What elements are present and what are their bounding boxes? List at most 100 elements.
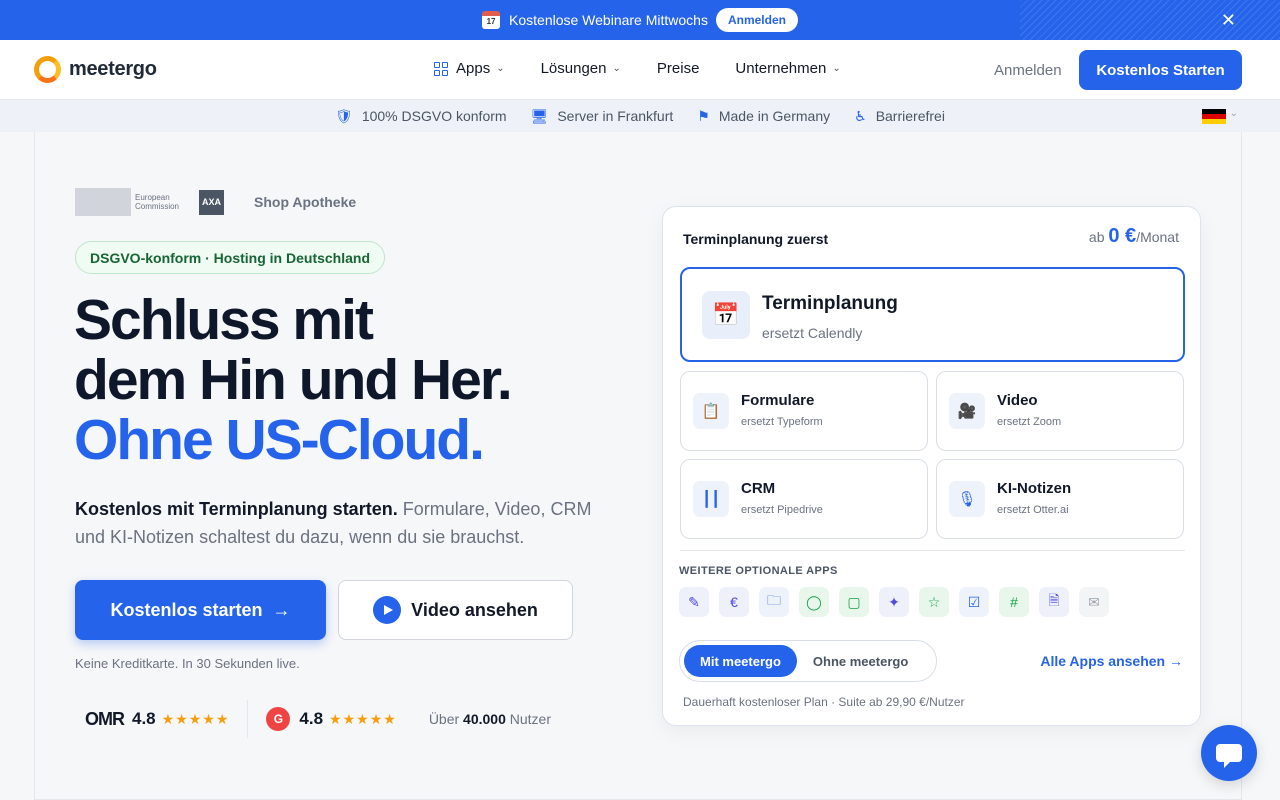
star-rating-icon: ★★★★★ bbox=[161, 710, 230, 727]
partner-logos: European Commission AXA Shop Apotheke bbox=[75, 188, 356, 216]
play-icon bbox=[373, 596, 402, 624]
promo-banner: 17 Kostenlose Webinare Mittwochs Anmelde… bbox=[0, 0, 1280, 40]
nav-item-label: Lösungen bbox=[540, 60, 607, 77]
app-title: CRM bbox=[741, 480, 776, 497]
app-card-formulare[interactable]: 📋 Formulare ersetzt Typeform bbox=[680, 371, 928, 451]
calendar-icon: 17 bbox=[482, 11, 501, 29]
app-card-crm[interactable]: ┃┃ CRM ersetzt Pipedrive bbox=[680, 459, 928, 539]
signin-link[interactable]: Anmelden bbox=[994, 62, 1062, 79]
shield-icon: 🛡 bbox=[335, 107, 353, 124]
g2-rating: G 4.8 ★★★★★ bbox=[266, 707, 396, 731]
flag-icon: ⚑ bbox=[697, 107, 710, 124]
price-label: ab 0 €/Monat bbox=[1088, 225, 1179, 247]
dsgvo-badge: DSGVO-konform · Hosting in Deutschland bbox=[75, 241, 386, 274]
omr-rating: OMR 4.8 ★★★★★ bbox=[85, 709, 229, 730]
logo-mark-icon bbox=[34, 56, 61, 83]
all-apps-link[interactable]: Alle Apps ansehen → bbox=[1040, 653, 1183, 669]
card-title: Terminplanung zuerst bbox=[683, 231, 829, 247]
hero-start-button[interactable]: Kostenlos starten → bbox=[75, 580, 326, 640]
trust-item-dsgvo: 🛡 100% DSGVO konform bbox=[335, 108, 507, 125]
g2-logo: G bbox=[266, 707, 291, 731]
pricing-card: Terminplanung zuerst ab 0 €/Monat 📅 Term… bbox=[662, 206, 1201, 726]
toggle-with-meetergo[interactable]: Mit meetergo bbox=[684, 645, 797, 677]
folder-icon[interactable]: 🗀 bbox=[759, 587, 789, 617]
close-icon[interactable]: ✕ bbox=[1221, 10, 1236, 31]
watch-video-label: Video ansehen bbox=[411, 599, 538, 620]
shop-apotheke-logo: Shop Apotheke bbox=[254, 194, 357, 210]
trust-item-server: 🖥 Server in Frankfurt bbox=[531, 108, 674, 125]
eu-commission-logo: European Commission bbox=[75, 188, 179, 216]
nav-item-apps[interactable]: Apps ⌄ bbox=[434, 60, 505, 77]
ratings-row: OMR 4.8 ★★★★★ G 4.8 ★★★★★ Über 40.000 Nu… bbox=[85, 700, 551, 738]
hero-subtext: Kostenlos mit Terminplanung starten. For… bbox=[75, 499, 592, 547]
sparkle-icon[interactable]: ✦ bbox=[879, 587, 909, 617]
kanban-icon: ┃┃ bbox=[693, 481, 729, 517]
user-count: Über 40.000 Nutzer bbox=[428, 711, 551, 727]
divider bbox=[247, 700, 249, 738]
app-subtitle: ersetzt Typeform bbox=[741, 416, 823, 428]
trust-item-accessible: ♿ Barrierefrei bbox=[854, 108, 945, 125]
language-flag-icon[interactable] bbox=[1202, 109, 1226, 124]
divider bbox=[680, 550, 1185, 551]
app-card-video[interactable]: 🎥 Video ersetzt Zoom bbox=[936, 371, 1184, 451]
banner-register-button[interactable]: Anmelden bbox=[715, 8, 798, 32]
calendar-icon: 📅 bbox=[702, 291, 750, 339]
accessibility-icon: ♿ bbox=[854, 107, 867, 124]
hash-icon[interactable]: # bbox=[999, 587, 1029, 617]
server-icon: 🖥 bbox=[530, 107, 549, 124]
start-free-button[interactable]: Kostenlos Starten bbox=[1079, 50, 1242, 90]
toggle-without-meetergo[interactable]: Ohne meetergo bbox=[813, 654, 908, 669]
trust-label: 100% DSGVO konform bbox=[361, 108, 507, 124]
trust-label: Made in Germany bbox=[718, 108, 831, 124]
app-subtitle: ersetzt Pipedrive bbox=[741, 504, 823, 516]
video-camera-icon: 🎥 bbox=[949, 393, 985, 429]
nav-item-preise[interactable]: Preise bbox=[657, 60, 700, 77]
nav-item-loesungen[interactable]: Lösungen ⌄ bbox=[541, 60, 621, 77]
document-icon[interactable]: 🗎 bbox=[1039, 587, 1069, 617]
trust-label: Barrierefrei bbox=[875, 108, 945, 124]
star-icon[interactable]: ☆ bbox=[919, 587, 949, 617]
clipboard-icon: 📋 bbox=[693, 393, 729, 429]
nav-item-unternehmen[interactable]: Unternehmen ⌄ bbox=[735, 60, 840, 77]
app-subtitle: ersetzt Calendly bbox=[762, 325, 863, 341]
nav-item-label: Apps bbox=[456, 60, 491, 77]
omr-score: 4.8 bbox=[132, 709, 156, 728]
chevron-down-icon: ⌄ bbox=[832, 63, 841, 74]
chevron-down-icon: ⌄ bbox=[496, 63, 505, 74]
app-title: KI-Notizen bbox=[997, 480, 1072, 497]
axa-logo: AXA bbox=[199, 189, 225, 215]
mail-icon[interactable]: ✉ bbox=[1079, 587, 1109, 617]
app-card-ki-notizen[interactable]: 🎙 KI-Notizen ersetzt Otter.ai bbox=[936, 459, 1184, 539]
no-card-note: Keine Kreditkarte. In 30 Sekunden live. bbox=[75, 656, 300, 671]
chat-circle-icon[interactable]: ◯ bbox=[799, 587, 829, 617]
optional-apps-list: ✎ € 🗀 ◯ ▢ ✦ ☆ ☑ # 🗎 ✉ bbox=[679, 587, 1119, 617]
message-square-icon[interactable]: ▢ bbox=[839, 587, 869, 617]
trust-item-germany: ⚑ Made in Germany bbox=[697, 108, 830, 125]
app-subtitle: ersetzt Zoom bbox=[997, 416, 1062, 428]
logo-text: meetergo bbox=[69, 58, 157, 80]
apps-grid-icon bbox=[434, 61, 448, 76]
hero-start-label: Kostenlos starten bbox=[110, 599, 263, 620]
checklist-icon[interactable]: ☑ bbox=[959, 587, 989, 617]
chat-launcher-button[interactable] bbox=[1201, 725, 1257, 781]
omr-logo: OMR bbox=[85, 708, 125, 729]
nav-menu: Apps ⌄ Lösungen ⌄ Preise Unternehmen ⌄ bbox=[434, 60, 877, 77]
microphone-icon: 🎙 bbox=[949, 481, 985, 517]
hero-headline: Schluss mit dem Hin und Her. Ohne US-Clo… bbox=[74, 288, 513, 472]
app-card-terminplanung[interactable]: 📅 Terminplanung ersetzt Calendly bbox=[680, 267, 1185, 362]
pen-icon[interactable]: ✎ bbox=[679, 587, 709, 617]
eu-logo-text: European Commission bbox=[135, 193, 180, 211]
comparison-toggle[interactable]: Mit meetergo Ohne meetergo bbox=[679, 640, 937, 682]
app-subtitle: ersetzt Otter.ai bbox=[997, 504, 1069, 516]
banner-pattern bbox=[1020, 0, 1280, 40]
arrow-right-icon: → bbox=[272, 599, 291, 620]
trust-label: Server in Frankfurt bbox=[557, 108, 674, 124]
nav-item-label: Preise bbox=[656, 60, 700, 77]
logo[interactable]: meetergo bbox=[34, 56, 157, 83]
plan-note: Dauerhaft kostenloser Plan · Suite ab 29… bbox=[683, 695, 965, 709]
watch-video-button[interactable]: Video ansehen bbox=[338, 580, 573, 640]
app-title: Terminplanung bbox=[762, 293, 898, 314]
euro-document-icon[interactable]: € bbox=[719, 587, 749, 617]
chat-bubble-icon bbox=[1216, 744, 1242, 768]
chevron-down-icon[interactable]: ⌄ bbox=[1230, 108, 1238, 119]
